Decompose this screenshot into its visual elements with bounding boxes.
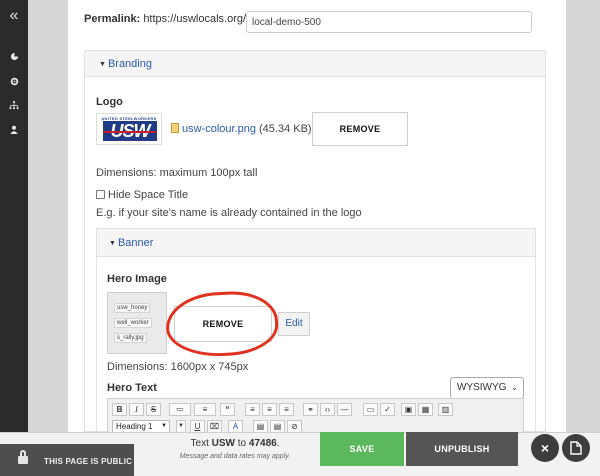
public-status-badge[interactable]: THIS PAGE IS PUBLIC xyxy=(0,444,134,476)
sitemap-icon[interactable] xyxy=(0,101,28,114)
special-char-icon[interactable]: ▥ xyxy=(438,403,453,416)
unlock-icon-body xyxy=(18,456,28,464)
left-sidebar: « xyxy=(0,0,28,476)
hero-image-thumbnail: usw_honey well_worker s_rally.jpg xyxy=(107,292,167,354)
text-short-code: 47486 xyxy=(248,438,277,449)
usw-logo: UNITED STEELWORKERS USW xyxy=(96,113,162,145)
logo-file-link[interactable]: usw-colour.png xyxy=(182,123,256,135)
thumb-chip: well_worker xyxy=(114,318,152,328)
edit-hero-image-button[interactable]: Edit xyxy=(278,312,310,336)
right-gutter xyxy=(566,0,600,476)
chevron-down-icon: ⌄ xyxy=(511,383,518,392)
close-icon[interactable]: × xyxy=(531,434,559,462)
page-icon[interactable] xyxy=(562,434,590,462)
remove-logo-button[interactable]: REMOVE xyxy=(312,112,408,146)
text-suffix: . xyxy=(276,438,280,449)
save-button[interactable]: SAVE xyxy=(320,432,404,466)
hide-title-label: Hide Space Title xyxy=(108,189,189,201)
strikethrough-icon[interactable]: S xyxy=(146,403,161,416)
logo-file-size: (45.34 KB) xyxy=(259,123,312,135)
thumb-chip: usw_honey xyxy=(114,303,151,313)
permalink-label: Permalink: xyxy=(84,13,141,25)
caret-down-icon: ▼ xyxy=(99,61,106,68)
bold-icon[interactable]: B xyxy=(112,403,127,416)
hide-title-hint: E.g. if your site's name is already cont… xyxy=(96,207,362,219)
horizontal-rule-icon[interactable]: — xyxy=(337,403,352,416)
align-center-icon[interactable]: ≡ xyxy=(262,403,277,416)
image-file-icon xyxy=(171,123,179,133)
text-prefix: Text xyxy=(190,438,209,449)
banner-title: Banner xyxy=(117,237,154,249)
bullet-list-icon[interactable]: ≔ xyxy=(169,403,191,416)
user-icon[interactable] xyxy=(0,125,28,138)
text-to-join: Text USW to 47486. xyxy=(150,438,320,449)
banner-header[interactable]: ▼ Banner xyxy=(97,229,535,257)
permalink-base-url: https://uswlocals.org/ xyxy=(143,13,247,25)
source-icon[interactable]: ▭ xyxy=(363,403,378,416)
align-left-icon[interactable]: ≡ xyxy=(245,403,260,416)
permalink-row: Permalink: https://uswlocals.org/ xyxy=(84,13,246,25)
public-status-text: THIS PAGE IS PUBLIC xyxy=(44,457,133,466)
hide-title-checkbox[interactable] xyxy=(96,190,105,199)
align-right-icon[interactable]: ≡ xyxy=(279,403,294,416)
hero-dimensions-text: Dimensions: 1600px x 745px xyxy=(107,361,249,373)
editor-toolbar: B I S ≔ ≡ “ ≡ ≡ ≡ ⚭ ‹› — ▭ ✓ ▣ ▦ ▥ Headi… xyxy=(107,398,524,434)
text-keyword: USW xyxy=(211,438,235,449)
italic-icon[interactable]: I xyxy=(129,403,144,416)
permalink-input[interactable] xyxy=(246,11,532,33)
blockquote-icon[interactable]: “ xyxy=(220,403,235,416)
collapse-icon[interactable]: « xyxy=(0,8,28,24)
link-icon[interactable]: ⚭ xyxy=(303,403,318,416)
spellcheck-icon[interactable]: ✓ xyxy=(380,403,395,416)
logo-dimensions-text: Dimensions: maximum 100px tall xyxy=(96,167,258,179)
editor-mode-select[interactable]: WYSIWYG ⌄ xyxy=(450,377,524,399)
logo-stripe xyxy=(103,131,157,133)
logo-label: Logo xyxy=(96,96,123,108)
branding-title: Branding xyxy=(107,58,152,70)
chevron-down-icon: ▼ xyxy=(161,423,167,429)
rates-note: Message and data rates may apply. xyxy=(179,453,291,460)
table-icon[interactable]: ▦ xyxy=(418,403,433,416)
format-select-value: Heading 1 xyxy=(116,422,153,431)
remove-hero-image-button[interactable]: REMOVE xyxy=(174,306,272,342)
settings-icon[interactable] xyxy=(0,77,28,90)
text-to: to xyxy=(237,438,247,449)
editor-mode-value: WYSIWYG xyxy=(457,382,507,393)
hero-text-label: Hero Text xyxy=(107,382,157,394)
hero-image-label: Hero Image xyxy=(107,273,167,285)
code-icon[interactable]: ‹› xyxy=(320,403,335,416)
unpublish-button[interactable]: UNPUBLISH xyxy=(406,432,518,466)
numbered-list-icon[interactable]: ≡ xyxy=(194,403,216,416)
caret-down-icon: ▼ xyxy=(109,240,116,247)
left-gutter xyxy=(28,0,68,476)
branding-header[interactable]: ▼ Branding xyxy=(85,51,545,77)
thumb-chip: s_rally.jpg xyxy=(114,333,147,343)
image-icon[interactable]: ▣ xyxy=(401,403,416,416)
dashboard-icon[interactable] xyxy=(0,52,28,65)
